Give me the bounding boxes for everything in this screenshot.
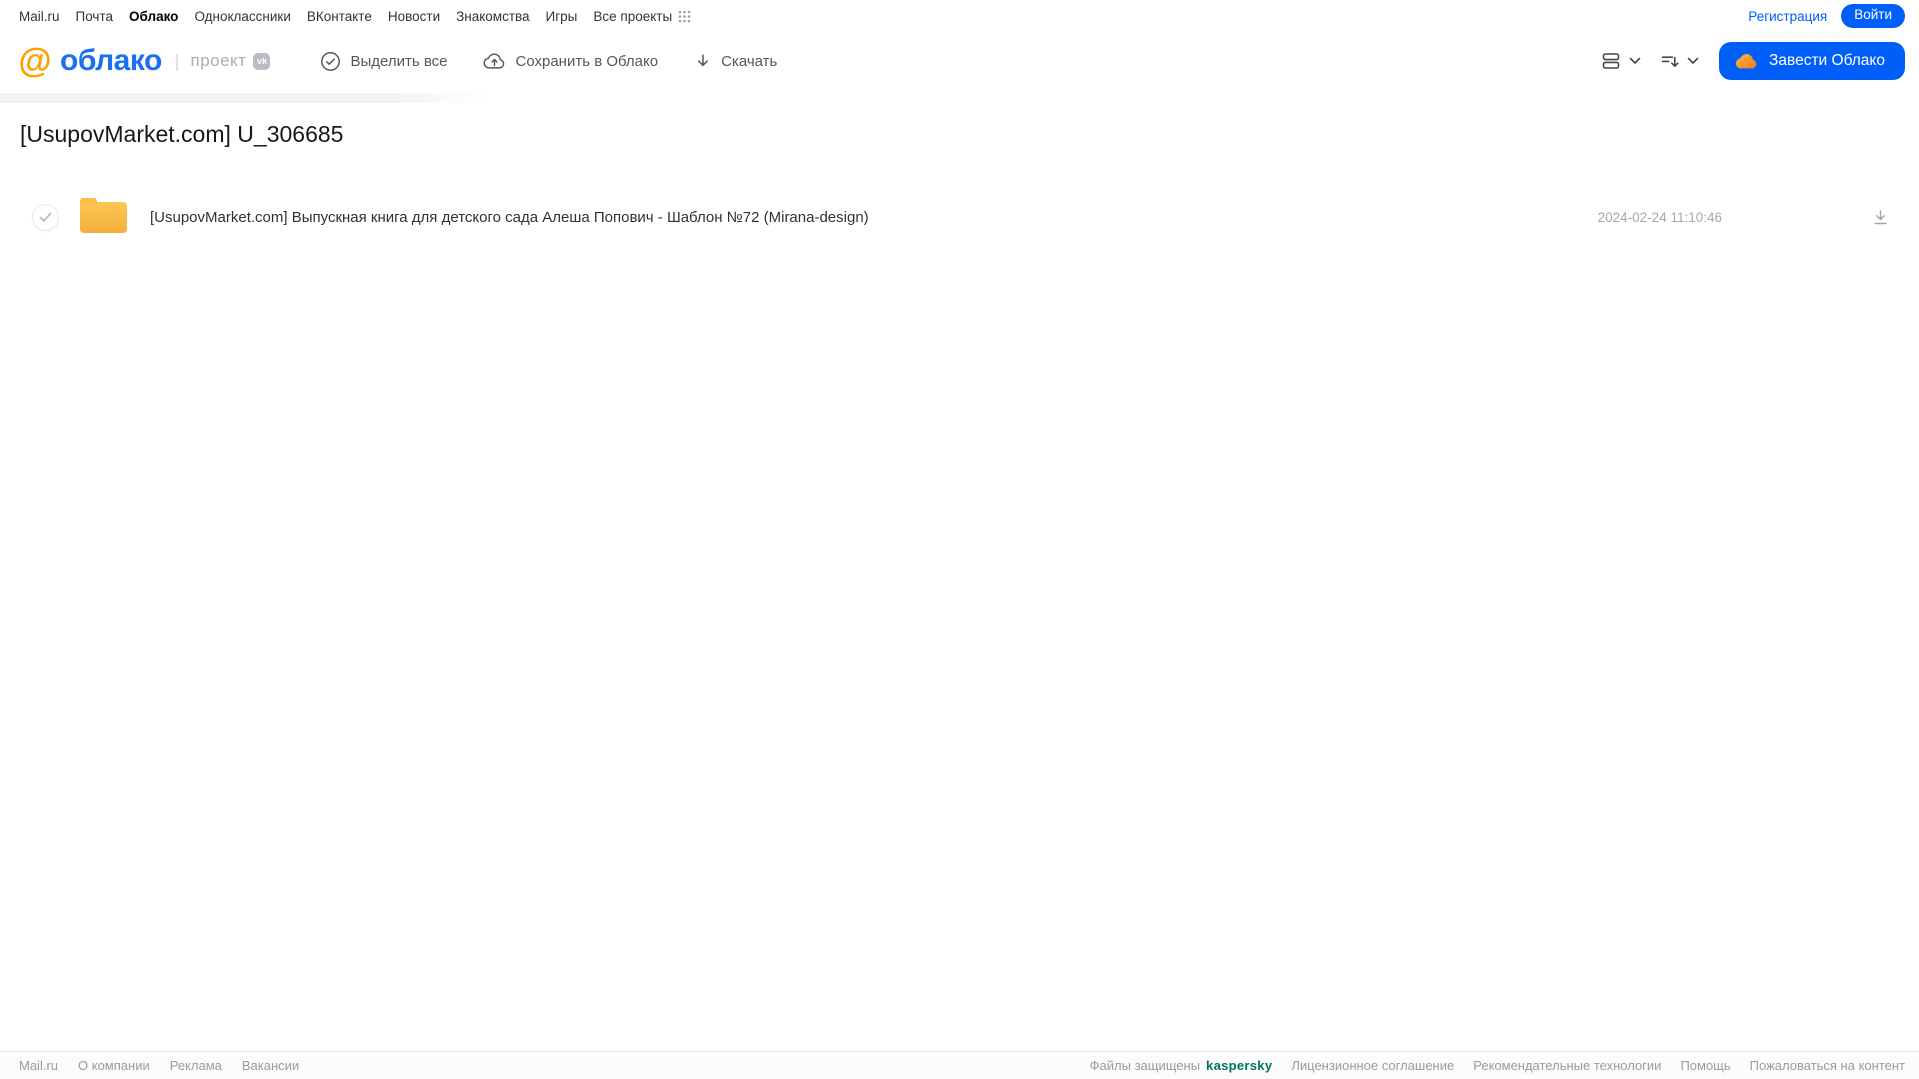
nav-item-znakomstva[interactable]: Знакомства — [456, 9, 529, 24]
footer-link-recommendation-tech[interactable]: Рекомендательные технологии — [1473, 1058, 1661, 1073]
file-name[interactable]: [UsupovMarket.com] Выпускная книга для д… — [150, 209, 1598, 226]
chevron-down-icon — [1687, 57, 1699, 65]
footer-link-ads[interactable]: Реклама — [170, 1058, 222, 1073]
file-date: 2024-02-24 11:10:46 — [1597, 209, 1722, 225]
sort-dropdown[interactable] — [1661, 53, 1699, 70]
row-download-icon[interactable] — [1872, 209, 1889, 226]
check-circle-icon — [320, 51, 341, 72]
logo-wordmark: облако — [60, 44, 162, 77]
get-cloud-button[interactable]: Завести Облако — [1719, 42, 1905, 80]
portal-nav: Mail.ru Почта Облако Одноклассники ВКонт… — [0, 0, 1919, 32]
kaspersky-protection: Файлы защищены kaspersky — [1090, 1058, 1273, 1073]
view-list-icon — [1602, 52, 1622, 70]
login-button[interactable]: Войти — [1841, 4, 1905, 28]
download-label: Скачать — [721, 52, 778, 70]
footer-link-license[interactable]: Лицензионное соглашение — [1291, 1058, 1454, 1073]
footer-link-about[interactable]: О компании — [78, 1058, 150, 1073]
file-toolbar: Выделить все Сохранить в Облако Скачать — [320, 51, 777, 72]
portal-nav-right: Регистрация Войти — [1748, 4, 1905, 28]
app-bar-right: Завести Облако — [1602, 42, 1905, 80]
nav-item-all-projects[interactable]: Все проекты — [593, 9, 691, 24]
file-row-folder[interactable]: [UsupovMarket.com] Выпускная книга для д… — [0, 193, 1919, 241]
cloud-upload-icon — [483, 51, 506, 71]
select-all-button[interactable]: Выделить все — [320, 51, 447, 72]
save-to-cloud-label: Сохранить в Облако — [515, 52, 659, 70]
portal-nav-links: Mail.ru Почта Облако Одноклассники ВКонт… — [19, 9, 691, 24]
footer-left-links: Mail.ru О компании Реклама Вакансии — [19, 1058, 299, 1073]
footer: Mail.ru О компании Реклама Вакансии Файл… — [0, 1051, 1919, 1079]
orange-cloud-icon — [1735, 52, 1759, 70]
footer-right-links: Файлы защищены kaspersky Лицензионное со… — [1090, 1058, 1905, 1073]
project-label: проект — [190, 51, 247, 70]
nav-item-odnoklassniki[interactable]: Одноклассники — [194, 9, 290, 24]
nav-item-novosti[interactable]: Новости — [388, 9, 440, 24]
nav-item-mailru[interactable]: Mail.ru — [19, 9, 60, 24]
footer-link-help[interactable]: Помощь — [1680, 1058, 1730, 1073]
protected-label: Файлы защищены — [1089, 1058, 1201, 1073]
nav-item-vkontakte[interactable]: ВКонтакте — [307, 9, 372, 24]
footer-link-report-content[interactable]: Пожаловаться на контент — [1750, 1058, 1905, 1073]
header-loading-bar — [0, 93, 490, 103]
row-checkbox[interactable] — [32, 203, 59, 231]
apps-grid-icon — [678, 10, 691, 23]
mailru-at-icon: @ — [18, 42, 52, 80]
sort-icon — [1661, 53, 1680, 70]
logo-divider: | — [174, 50, 180, 71]
all-projects-label: Все проекты — [593, 8, 673, 24]
footer-link-mailru[interactable]: Mail.ru — [19, 1058, 58, 1073]
folder-icon — [80, 197, 127, 233]
nav-item-pochta[interactable]: Почта — [76, 9, 114, 24]
download-arrow-icon — [694, 52, 712, 70]
vk-badge-icon: vk — [253, 52, 271, 70]
nav-item-oblako[interactable]: Облако — [129, 9, 178, 24]
nav-item-igry[interactable]: Игры — [546, 9, 578, 24]
footer-link-jobs[interactable]: Вакансии — [242, 1058, 299, 1073]
registration-link[interactable]: Регистрация — [1748, 9, 1827, 24]
select-all-label: Выделить все — [350, 52, 448, 70]
app-bar: @ облако | проект vk Выделить все Сохран… — [0, 32, 1919, 90]
get-cloud-label: Завести Облако — [1769, 52, 1885, 69]
page-title: [UsupovMarket.com] U_306685 — [20, 121, 344, 147]
chevron-down-icon — [1629, 57, 1641, 65]
cloud-logo[interactable]: @ облако | проект vk — [17, 42, 271, 80]
save-to-cloud-button[interactable]: Сохранить в Облако — [483, 51, 658, 71]
view-mode-dropdown[interactable] — [1602, 52, 1641, 70]
kaspersky-logo[interactable]: kaspersky — [1206, 1058, 1272, 1073]
download-button[interactable]: Скачать — [694, 52, 777, 70]
